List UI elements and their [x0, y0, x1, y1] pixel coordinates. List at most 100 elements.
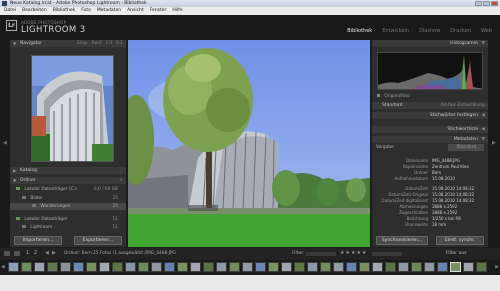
zoom-3-1[interactable]: 3:1	[116, 40, 123, 47]
keywording-header[interactable]: Stichwörter festlegen ◀	[372, 112, 488, 119]
volume-row[interactable]: Lokaler Datenträger (C:) 0,0 / 60 GB	[10, 186, 126, 193]
keyword-list-header[interactable]: Stichwortliste ◀	[372, 126, 488, 133]
filmstrip-thumb-selected[interactable]	[450, 262, 461, 272]
filmstrip-thumb[interactable]	[177, 262, 188, 272]
import-button[interactable]: Importieren...	[14, 236, 62, 245]
right-collapse-icon[interactable]: ▶	[492, 140, 496, 146]
grid-view-icon[interactable]	[4, 251, 10, 256]
filmstrip-thumb[interactable]	[203, 262, 214, 272]
folder-row-selected[interactable]: Wanderungen 25	[10, 203, 126, 210]
export-button[interactable]: Exportieren...	[74, 236, 122, 245]
filmstrip-thumb[interactable]	[73, 262, 84, 272]
menu-window[interactable]: Fenster	[150, 7, 167, 15]
nav-forward-icon[interactable]: ▶	[52, 250, 56, 256]
metadata-mode-select[interactable]: Standard	[448, 144, 484, 151]
filmstrip-thumb[interactable]	[424, 262, 435, 272]
menu-view[interactable]: Ansicht	[127, 7, 144, 15]
loupe-view-icon[interactable]	[14, 251, 20, 256]
module-web[interactable]: Web	[481, 28, 492, 34]
module-develop[interactable]: Entwickeln	[382, 28, 409, 34]
filmstrip-thumb[interactable]	[333, 262, 344, 272]
nav-back-icon[interactable]: ◀	[45, 250, 49, 256]
catalog-title: Katalog	[20, 168, 38, 173]
quick-develop-header[interactable]: Standard Ad-hoc-Entwicklung	[372, 102, 488, 109]
filmstrip-thumb[interactable]	[255, 262, 266, 272]
filmstrip-thumb[interactable]	[281, 262, 292, 272]
filmstrip-thumb[interactable]	[8, 262, 19, 272]
filmstrip-thumb[interactable]	[268, 262, 279, 272]
filmstrip-thumb[interactable]	[138, 262, 149, 272]
original-photo-row[interactable]: Originalfoto	[372, 93, 488, 100]
filmstrip-thumb[interactable]	[190, 262, 201, 272]
navigator-header[interactable]: ▼ Navigator Einp. Ausf. 1:1 3:1	[10, 40, 126, 47]
filmstrip-thumb[interactable]	[60, 262, 71, 272]
filmstrip-thumb[interactable]	[307, 262, 318, 272]
filmstrip-thumb[interactable]	[151, 262, 162, 272]
checkbox-icon[interactable]	[377, 94, 380, 97]
filmstrip-thumb[interactable]	[437, 262, 448, 272]
filmstrip-left-icon[interactable]: ◀	[1, 264, 5, 270]
folder-icon	[22, 225, 26, 228]
sync-settings-button[interactable]: Einst. synchr.	[436, 236, 484, 245]
filmstrip-thumb[interactable]	[398, 262, 409, 272]
filmstrip-thumb[interactable]	[385, 262, 396, 272]
module-slideshow[interactable]: Diashow	[419, 28, 440, 34]
page-2-button[interactable]: 2	[34, 250, 37, 256]
filmstrip-right-icon[interactable]: ▶	[495, 264, 499, 270]
filmstrip-thumb[interactable]	[476, 262, 487, 272]
zoom-fill[interactable]: Ausf.	[92, 40, 103, 47]
zoom-fit[interactable]: Einp.	[77, 40, 88, 47]
menu-metadata[interactable]: Metadaten	[97, 7, 121, 15]
filmstrip-thumb[interactable]	[86, 262, 97, 272]
filter-preset-select[interactable]: Filter aus	[446, 251, 467, 256]
right-panel-edge[interactable]: ▶	[488, 40, 500, 247]
menu-library[interactable]: Bibliothek	[53, 7, 75, 15]
zoom-1-1[interactable]: 1:1	[106, 40, 113, 47]
filmstrip-thumb[interactable]	[411, 262, 422, 272]
metadata-header[interactable]: Metadaten ▼	[372, 136, 488, 143]
filmstrip-thumb[interactable]	[359, 262, 370, 272]
filmstrip-thumb[interactable]	[34, 262, 45, 272]
left-collapse-icon[interactable]: ◀	[3, 140, 7, 146]
filmstrip-thumb[interactable]	[164, 262, 175, 272]
menu-edit[interactable]: Bearbeiten	[22, 7, 47, 15]
module-print[interactable]: Drucken	[450, 28, 471, 34]
folder-row[interactable]: Bilder 25	[10, 195, 126, 202]
filmstrip-thumb[interactable]	[216, 262, 227, 272]
close-button[interactable]	[491, 1, 498, 6]
filter-flags[interactable]	[306, 252, 336, 256]
minimize-button[interactable]	[475, 1, 482, 6]
add-folder-icon[interactable]: +	[119, 177, 123, 184]
metadata-preset-row[interactable]: Vorgabe Standard	[372, 144, 488, 151]
module-library[interactable]: Bibliothek	[347, 28, 372, 34]
folders-header[interactable]: ▼ Ordner +	[10, 177, 126, 184]
menu-help[interactable]: Hilfe	[172, 7, 182, 15]
filmstrip-thumb[interactable]	[463, 262, 474, 272]
menu-photo[interactable]: Foto	[81, 7, 91, 15]
histogram-header[interactable]: Histogramm ▼	[372, 40, 488, 47]
filmstrip-thumb[interactable]	[294, 262, 305, 272]
filmstrip-thumb[interactable]	[125, 262, 136, 272]
navigator-preview[interactable]	[31, 55, 114, 162]
filmstrip-thumb[interactable]	[372, 262, 383, 272]
filmstrip[interactable]: ◀ ▶	[0, 260, 500, 275]
color-label-filter[interactable]	[372, 252, 402, 256]
rating-stars-icon[interactable]: ★★★★★	[340, 250, 367, 256]
loupe-photo[interactable]	[128, 40, 370, 247]
menu-file[interactable]: Datei	[4, 7, 16, 15]
filmstrip-thumb[interactable]	[229, 262, 240, 272]
filmstrip-thumb[interactable]	[346, 262, 357, 272]
filmstrip-thumb[interactable]	[47, 262, 58, 272]
catalog-header[interactable]: ▶ Katalog	[10, 167, 126, 174]
filmstrip-thumb[interactable]	[112, 262, 123, 272]
filmstrip-thumb[interactable]	[320, 262, 331, 272]
filmstrip-thumb[interactable]	[99, 262, 110, 272]
filmstrip-thumb[interactable]	[21, 262, 32, 272]
volume-row[interactable]: Lokaler Datenträger 11	[10, 216, 126, 223]
folder-row[interactable]: Lightroom 11	[10, 224, 126, 231]
filmstrip-thumb[interactable]	[242, 262, 253, 272]
sync-metadata-button[interactable]: Synchronisieren...	[376, 236, 428, 245]
maximize-button[interactable]	[483, 1, 490, 6]
page-1-button[interactable]: 1	[26, 250, 29, 256]
left-panel-edge[interactable]: ◀	[0, 40, 10, 247]
